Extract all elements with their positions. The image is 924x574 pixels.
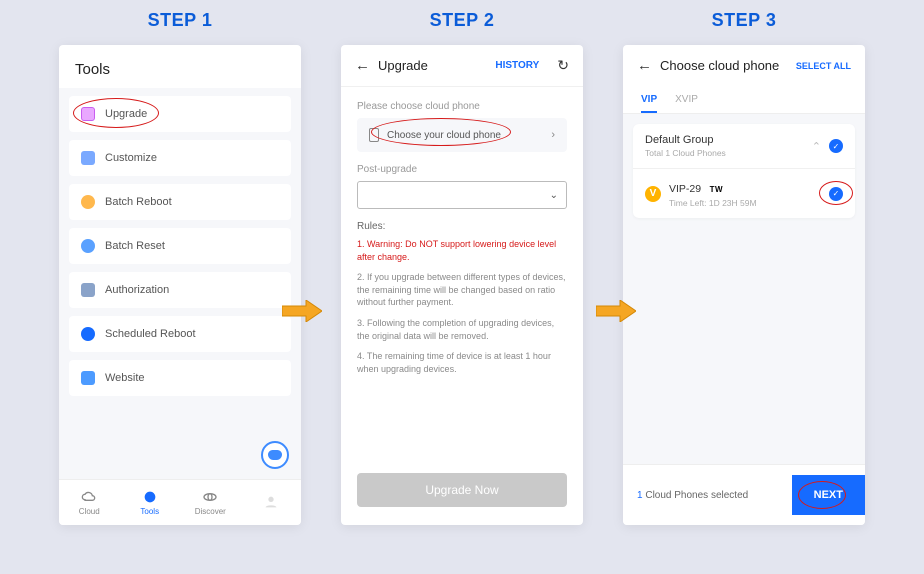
tool-label: Customize [105,152,157,164]
device-name: VIP-29 [669,183,701,195]
step-2-screen: ← Upgrade HISTORY ↻ Please choose cloud … [341,45,583,525]
tool-website[interactable]: Website [69,360,291,396]
group-card: Default Group Total 1 Cloud Phones ⌃ V [633,124,855,218]
next-button[interactable]: NEXT [792,475,865,515]
nav-discover[interactable]: Discover [186,489,234,516]
post-upgrade-label: Post-upgrade [357,164,567,175]
upgrade-icon [81,107,95,121]
group-check-icon[interactable] [829,139,843,153]
cloud-icon [81,489,97,505]
tab-xvip[interactable]: XVIP [675,86,698,113]
tool-customize[interactable]: Customize [69,140,291,176]
tool-batch-reboot[interactable]: Batch Reboot [69,184,291,220]
tool-label: Batch Reboot [105,196,172,208]
tool-batch-reset[interactable]: Batch Reset [69,228,291,264]
step-3-screen: ← Choose cloud phone SELECT ALL VIP XVIP… [623,45,865,525]
authorization-icon [81,283,95,297]
rule-1: 1. Warning: Do NOT support lowering devi… [357,238,567,263]
device-check-wrapper [829,187,843,201]
flow-arrow-1 [282,300,322,322]
tool-label: Authorization [105,284,169,296]
phone-small-icon [369,128,379,142]
discover-icon [202,489,218,505]
tools-title: Tools [59,45,301,88]
rule-3: 3. Following the completion of upgrading… [357,317,567,342]
step-2-label: STEP 2 [430,10,495,31]
divider [633,168,855,169]
batch-reset-icon [81,239,95,253]
step-3-label: STEP 3 [712,10,777,31]
device-check-icon[interactable] [829,187,843,201]
rules-heading: Rules: [357,221,567,232]
tier-tabs: VIP XVIP [623,86,865,114]
tool-label: Website [105,372,145,384]
group-header[interactable]: Default Group Total 1 Cloud Phones ⌃ [645,134,843,158]
nav-me[interactable] [247,494,295,512]
back-icon[interactable]: ← [355,57,370,74]
upgrade-title: Upgrade [378,58,487,73]
choose-cloud-phone-row[interactable]: Choose your cloud phone › [357,118,567,152]
tool-label: Scheduled Reboot [105,328,196,340]
step-1-screen: Tools Upgrade Customize Batch Reboot [59,45,301,525]
website-icon [81,371,95,385]
device-row[interactable]: V VIP-29 TW Time Left: 1D 23H 59M [645,179,843,208]
person-icon [263,494,279,510]
scheduled-reboot-icon [81,327,95,341]
device-region: TW [710,185,723,194]
upgrade-now-button[interactable]: Upgrade Now [357,473,567,507]
tool-label: Upgrade [105,108,147,120]
chevron-right-icon: › [551,129,555,141]
rule-4: 4. The remaining time of device is at le… [357,350,567,375]
device-time-left: Time Left: 1D 23H 59M [669,198,757,208]
chevron-up-icon: ⌃ [812,140,821,153]
rule-2: 2. If you upgrade between different type… [357,271,567,309]
step-1-label: STEP 1 [148,10,213,31]
group-subtitle: Total 1 Cloud Phones [645,148,726,158]
tools-nav-icon [142,489,158,505]
refresh-icon[interactable]: ↻ [557,57,569,74]
tool-authorization[interactable]: Authorization [69,272,291,308]
tool-upgrade[interactable]: Upgrade [69,96,291,132]
group-name: Default Group [645,134,726,146]
tab-vip[interactable]: VIP [641,86,657,113]
back-icon[interactable]: ← [637,57,652,74]
select-all-link[interactable]: SELECT ALL [796,61,851,71]
nav-cloud[interactable]: Cloud [65,489,113,516]
flow-arrow-2 [596,300,636,322]
selected-count-text: 1 Cloud Phones selected [637,490,748,501]
choose-label: Choose your cloud phone [387,130,501,141]
batch-reboot-icon [81,195,95,209]
nav-tools[interactable]: Tools [126,489,174,516]
chatbot-icon[interactable] [261,441,289,469]
chevron-down-icon: ⌄ [550,190,558,201]
post-upgrade-select[interactable]: ⌄ [357,181,567,209]
tools-list: Upgrade Customize Batch Reboot Batch Res… [59,88,301,479]
bottom-nav: Cloud Tools Discover [59,479,301,525]
tool-scheduled-reboot[interactable]: Scheduled Reboot [69,316,291,352]
customize-icon [81,151,95,165]
history-link[interactable]: HISTORY [495,60,539,71]
tool-label: Batch Reset [105,240,165,252]
vip-badge-icon: V [645,186,661,202]
choose-title: Choose cloud phone [660,58,788,73]
choose-section-label: Please choose cloud phone [357,101,567,112]
